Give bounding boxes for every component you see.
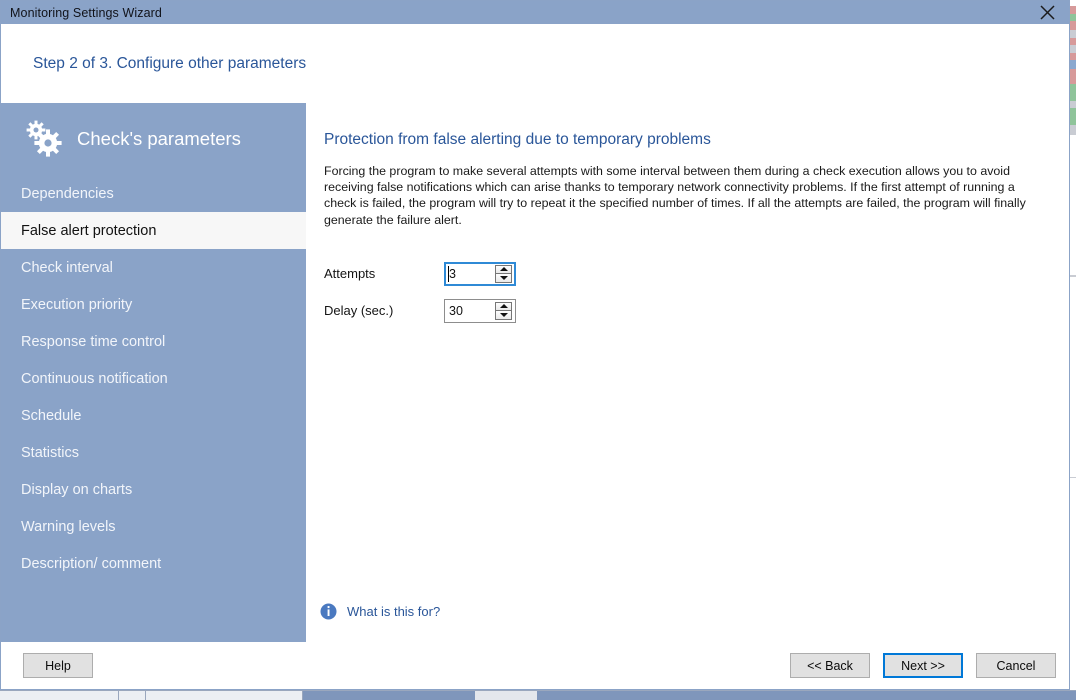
sidebar-item-label: Response time control xyxy=(21,333,166,350)
sidebar-item-check-interval[interactable]: Check interval xyxy=(1,249,306,286)
attempts-value: 3 xyxy=(449,266,456,281)
what-is-this-for-label: What is this for? xyxy=(347,604,441,619)
attempts-input[interactable]: 3 xyxy=(445,263,495,285)
chevron-down-icon xyxy=(499,312,508,317)
sidebar-nav: Dependencies False alert protection Chec… xyxy=(1,175,306,582)
description-text: Forcing the program to make several atte… xyxy=(324,164,1026,227)
sidebar-item-label: Continuous notification xyxy=(21,370,168,387)
what-is-this-for-link[interactable]: What is this for? xyxy=(320,603,440,620)
delay-spin-buttons xyxy=(495,301,512,320)
sidebar-item-label: Execution priority xyxy=(21,296,133,313)
sidebar-item-label: False alert protection xyxy=(21,222,157,239)
main-content-panel: Protection from false alerting due to te… xyxy=(306,103,1069,642)
delay-stepper[interactable]: 30 xyxy=(444,298,516,323)
background-taskbar xyxy=(0,690,1076,700)
next-button[interactable]: Next >> xyxy=(883,653,963,678)
sidebar-item-schedule[interactable]: Schedule xyxy=(1,397,306,434)
taskbar-cell xyxy=(119,691,146,700)
sidebar-item-execution-priority[interactable]: Execution priority xyxy=(1,286,306,323)
text-caret xyxy=(448,265,449,282)
sidebar-item-label: Check interval xyxy=(21,259,113,276)
wizard-body: Check's parameters Dependencies False al… xyxy=(1,103,1069,644)
sidebar-item-label: Warning levels xyxy=(21,518,116,535)
delay-input[interactable]: 30 xyxy=(445,300,495,322)
window-titlebar: Monitoring Settings Wizard xyxy=(1,1,1069,24)
sidebar: Check's parameters Dependencies False al… xyxy=(1,103,306,644)
sidebar-item-statistics[interactable]: Statistics xyxy=(1,434,306,471)
attempts-stepper[interactable]: 3 xyxy=(444,261,516,286)
sidebar-item-label: Statistics xyxy=(21,444,80,461)
sidebar-item-description-comment[interactable]: Description/ comment xyxy=(1,545,306,582)
taskbar-cell xyxy=(0,691,119,700)
sidebar-header: Check's parameters xyxy=(1,103,306,175)
delay-increment-button[interactable] xyxy=(495,301,512,311)
footer-actions: << Back Next >> Cancel xyxy=(790,653,1056,678)
help-button[interactable]: Help xyxy=(23,653,93,678)
delay-row: Delay (sec.) 30 xyxy=(324,298,724,323)
sidebar-item-false-alert-protection[interactable]: False alert protection xyxy=(1,212,306,249)
attempts-row: Attempts 3 xyxy=(324,261,724,286)
attempts-decrement-button[interactable] xyxy=(495,273,512,283)
sidebar-item-display-on-charts[interactable]: Display on charts xyxy=(1,471,306,508)
info-icon xyxy=(320,603,337,620)
dialog-footer: Help << Back Next >> Cancel xyxy=(1,642,1069,689)
sidebar-item-label: Display on charts xyxy=(21,481,133,498)
attempts-label: Attempts xyxy=(324,266,376,281)
sidebar-item-continuous-notification[interactable]: Continuous notification xyxy=(1,360,306,397)
taskbar-cell xyxy=(537,691,1076,700)
parameters-form: Attempts 3 Delay (sec.) 30 xyxy=(324,261,724,335)
taskbar-cell xyxy=(303,691,475,700)
sidebar-item-label: Schedule xyxy=(21,407,82,424)
step-title: Step 2 of 3. Configure other parameters xyxy=(33,54,307,72)
sidebar-item-label: Dependencies xyxy=(21,185,114,202)
window-title: Monitoring Settings Wizard xyxy=(10,5,162,20)
gears-icon xyxy=(23,118,65,160)
close-icon[interactable] xyxy=(1025,1,1069,24)
sidebar-item-dependencies[interactable]: Dependencies xyxy=(1,175,306,212)
chevron-up-icon xyxy=(499,267,508,271)
sidebar-item-response-time-control[interactable]: Response time control xyxy=(1,323,306,360)
monitoring-settings-wizard-window: Monitoring Settings Wizard Step 2 of 3. … xyxy=(0,0,1070,690)
chevron-up-icon xyxy=(499,304,508,308)
page-title: Protection from false alerting due to te… xyxy=(324,131,711,148)
taskbar-cell xyxy=(475,691,537,700)
delay-value: 30 xyxy=(449,303,463,318)
sidebar-heading: Check's parameters xyxy=(77,128,241,149)
chevron-down-icon xyxy=(499,275,508,280)
delay-label: Delay (sec.) xyxy=(324,303,394,318)
step-header: Step 2 of 3. Configure other parameters xyxy=(1,24,1069,103)
delay-decrement-button[interactable] xyxy=(495,310,512,320)
taskbar-cell xyxy=(146,691,303,700)
attempts-increment-button[interactable] xyxy=(495,264,512,274)
sidebar-item-label: Description/ comment xyxy=(21,555,162,572)
back-button[interactable]: << Back xyxy=(790,653,870,678)
attempts-spin-buttons xyxy=(495,264,512,283)
sidebar-item-warning-levels[interactable]: Warning levels xyxy=(1,508,306,545)
cancel-button[interactable]: Cancel xyxy=(976,653,1056,678)
